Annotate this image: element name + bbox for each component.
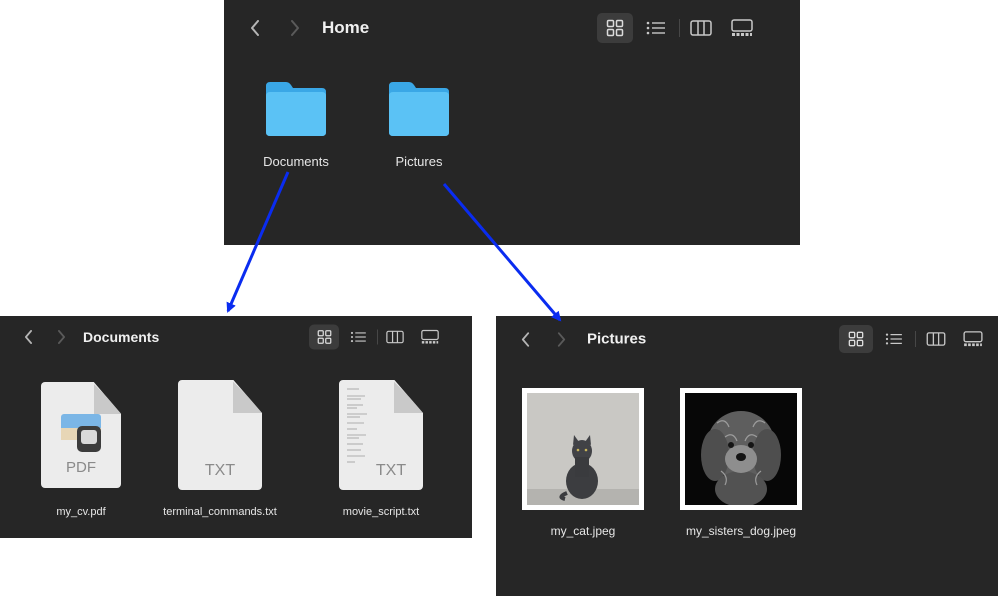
page-fold xyxy=(233,380,262,413)
toolbar-separator xyxy=(915,331,916,347)
grid-view-icon xyxy=(317,330,331,344)
forward-button[interactable] xyxy=(551,329,571,349)
script-text-preview xyxy=(347,388,367,463)
preview-app-icon xyxy=(61,414,101,452)
file-label: movie_script.txt xyxy=(342,506,420,518)
toolbar-separator xyxy=(377,329,378,345)
column-view-button[interactable] xyxy=(919,325,953,353)
gallery-view-button[interactable] xyxy=(956,325,990,353)
grid-view-icon xyxy=(848,331,864,347)
txt-file-icon: TXT xyxy=(339,380,423,490)
window-title: Home xyxy=(322,18,370,37)
list-view-button[interactable] xyxy=(638,13,674,43)
file-item-terminal-commands[interactable]: TXT terminal_commands.txt xyxy=(150,380,290,518)
image-item-my-sisters-dog[interactable]: my_sisters_dog.jpeg xyxy=(668,388,814,538)
gallery-view-icon xyxy=(421,329,439,344)
image-thumbnail-frame xyxy=(522,388,644,510)
list-view-icon xyxy=(885,333,902,345)
pdf-file-icon: PDF xyxy=(41,382,121,488)
back-button[interactable] xyxy=(18,327,38,347)
file-extension-label: TXT xyxy=(375,462,407,479)
pictures-toolbar: Pictures xyxy=(496,316,998,362)
toolbar-separator xyxy=(679,19,680,37)
back-button[interactable] xyxy=(245,18,265,38)
chevron-right-icon xyxy=(557,331,565,347)
window-title: Pictures xyxy=(587,330,647,348)
folder-label: Documents xyxy=(263,154,329,169)
file-label: my_cat.jpeg xyxy=(550,524,616,538)
list-view-icon xyxy=(350,331,366,343)
column-view-button[interactable] xyxy=(380,325,410,350)
gallery-view-icon xyxy=(731,19,753,36)
chevron-right-icon xyxy=(291,20,299,36)
home-toolbar: Home xyxy=(224,0,800,56)
file-extension-label: TXT xyxy=(204,462,236,479)
pictures-window: Pictures my_cat.jpeg my_sisters_dog.jpeg xyxy=(496,316,998,596)
icon-view-button[interactable] xyxy=(597,13,633,43)
page-fold xyxy=(93,382,121,414)
list-view-button[interactable] xyxy=(877,325,911,353)
list-view-button[interactable] xyxy=(343,325,373,350)
gallery-view-icon xyxy=(963,331,983,347)
icon-view-button[interactable] xyxy=(309,324,339,350)
page-fold xyxy=(394,380,423,413)
file-extension-label: PDF xyxy=(66,459,96,476)
grid-view-icon xyxy=(606,19,624,37)
folder-item-pictures[interactable]: Pictures xyxy=(377,80,461,169)
file-label: terminal_commands.txt xyxy=(163,506,277,518)
forward-button[interactable] xyxy=(51,327,71,347)
window-title: Documents xyxy=(83,329,160,345)
image-item-my-cat[interactable]: my_cat.jpeg xyxy=(522,388,644,538)
file-label: my_cv.pdf xyxy=(56,506,106,518)
column-view-icon xyxy=(386,330,404,344)
column-view-icon xyxy=(690,20,712,36)
folder-icon xyxy=(266,82,326,136)
home-window: Home Documents Pictures xyxy=(224,0,800,245)
folder-icon xyxy=(389,82,449,136)
list-view-icon xyxy=(646,21,665,35)
column-view-icon xyxy=(926,332,946,346)
gallery-view-button[interactable] xyxy=(415,325,445,350)
file-item-my-cv[interactable]: PDF my_cv.pdf xyxy=(26,382,136,518)
documents-toolbar: Documents xyxy=(0,316,472,358)
folder-label: Pictures xyxy=(395,154,443,169)
chevron-left-icon xyxy=(24,330,32,344)
cat-photo-thumbnail xyxy=(527,393,639,505)
folder-item-documents[interactable]: Documents xyxy=(254,80,338,169)
gallery-view-button[interactable] xyxy=(724,13,760,43)
documents-window: Documents PDF my_cv.pdf TXT terminal_com… xyxy=(0,316,472,538)
column-view-button[interactable] xyxy=(683,13,719,43)
icon-view-button[interactable] xyxy=(839,325,873,353)
dog-photo-thumbnail xyxy=(685,393,797,505)
back-button[interactable] xyxy=(515,329,535,349)
image-thumbnail-frame xyxy=(680,388,802,510)
file-label: my_sisters_dog.jpeg xyxy=(685,524,797,538)
chevron-left-icon xyxy=(521,331,529,347)
forward-button[interactable] xyxy=(285,18,305,38)
file-item-movie-script[interactable]: TXT movie_script.txt xyxy=(326,380,436,518)
txt-file-icon: TXT xyxy=(178,380,262,490)
chevron-left-icon xyxy=(251,20,259,36)
chevron-right-icon xyxy=(57,330,65,344)
